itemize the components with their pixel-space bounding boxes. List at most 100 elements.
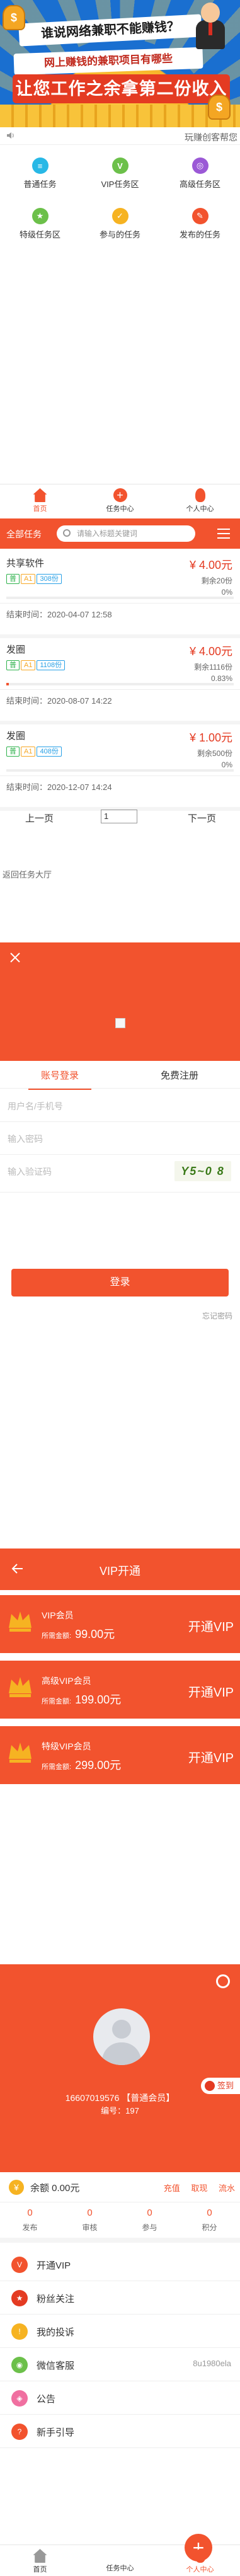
logo-image-placeholder: [115, 1018, 125, 1028]
open-vip-button[interactable]: 开通VIP: [188, 1748, 234, 1766]
user-icon: [195, 2549, 205, 2563]
open-vip-button[interactable]: 开通VIP: [188, 1682, 234, 1700]
task-price: ¥ 1.00元: [189, 731, 232, 744]
task-tags: 普 A1 1108份: [6, 660, 66, 670]
task-tags: 普 A1 308份: [6, 574, 63, 584]
menu-wechat-service[interactable]: ◉ 微信客服 8u1980ela: [0, 2348, 240, 2381]
star-icon: ★: [11, 2290, 28, 2306]
tab-task-center[interactable]: + 任务中心: [80, 2534, 212, 2576]
settings-icon[interactable]: [216, 1974, 230, 1988]
task-name: 发圈: [6, 731, 26, 741]
menu-icon[interactable]: [217, 529, 230, 539]
captcha-placeholder: 输入验证码: [8, 1167, 52, 1177]
vip-fee: 所需金额: 299.00元: [42, 1759, 122, 1772]
task-price: ¥ 4.00元: [189, 645, 232, 658]
stat-review[interactable]: 0 审核: [60, 2207, 120, 2233]
notice-bar[interactable]: 玩赚创客帮您: [0, 127, 240, 145]
vip-card: 特级VIP会员 所需金额: 299.00元 开通VIP: [0, 1726, 240, 1784]
menu-label: 我的投诉: [37, 2327, 75, 2338]
vip-level-name: 高级VIP会员: [42, 1676, 91, 1686]
menu-open-vip[interactable]: V 开通VIP: [0, 2248, 240, 2281]
forgot-password-link[interactable]: 忘记密码: [202, 1310, 232, 1321]
menu-announcement[interactable]: ◈ 公告: [0, 2381, 240, 2415]
vip-title: VIP开通: [99, 1565, 140, 1577]
category-grid: ≡ 普通任务 V VIP任务区 ◎ 高级任务区 ★ 特级任务区 ✓ 参与的任务 …: [0, 146, 240, 276]
avatar[interactable]: [93, 2008, 150, 2065]
menu-label: 新手引导: [37, 2427, 75, 2438]
search-input[interactable]: 请输入标题关键词: [57, 525, 195, 542]
task-list-header: 全部任务 请输入标题关键词: [0, 518, 240, 549]
grid-item-label: 高级任务区: [179, 180, 220, 189]
promo-banner[interactable]: 谁说网络兼职不能赚钱？ 网上赚钱的兼职项目有哪些 让您工作之余拿第二份收入 $ …: [0, 0, 240, 127]
open-vip-button[interactable]: 开通VIP: [188, 1617, 234, 1635]
search-placeholder: 请输入标题关键词: [77, 529, 138, 538]
grid-item-advanced[interactable]: ◎ 高级任务区: [160, 146, 240, 197]
next-page-button[interactable]: 下一页: [188, 811, 216, 825]
password-field[interactable]: 输入密码: [0, 1122, 240, 1155]
prev-page-button[interactable]: 上一页: [25, 811, 54, 825]
grid-item-label: 发布的任务: [179, 230, 220, 239]
balance-value: 余额 0.00元: [30, 2183, 80, 2194]
task-progress-bar: [6, 769, 234, 772]
sign-label: 签到: [217, 2081, 234, 2090]
tab-profile[interactable]: 个人中心: [160, 484, 240, 516]
plus-icon: +: [113, 488, 127, 502]
stat-joined[interactable]: 0 参与: [120, 2207, 180, 2233]
close-icon[interactable]: [9, 951, 21, 964]
menu-complaints[interactable]: ! 我的投诉: [0, 2315, 240, 2348]
tab-task-center[interactable]: + 任务中心: [80, 484, 160, 516]
check-icon: ✓: [111, 208, 129, 224]
tab-label: 首页: [33, 2566, 47, 2573]
sign-icon: [205, 2081, 215, 2091]
task-card[interactable]: 发圈 ¥ 4.00元 普 A1 1108份 剩余1116份 0.83% 结束时间：2…: [0, 635, 240, 724]
login-tabs: 账号登录 免费注册: [0, 1061, 240, 1090]
tab-home[interactable]: 首页: [0, 2545, 80, 2576]
home-icon: [33, 488, 47, 502]
banner-main-text: 让您工作之余拿第二份收入: [13, 74, 230, 103]
vip-icon: V: [111, 157, 129, 174]
task-end-time: 结束时间：2020-12-07 14:24: [6, 782, 112, 792]
tab-label: 任务中心: [106, 505, 134, 513]
task-card[interactable]: 共享软件 ¥ 4.00元 普 A1 308份 剩余20份 0% 结束时间：2020-…: [0, 549, 240, 638]
grid-item-vip[interactable]: V VIP任务区: [80, 146, 160, 197]
task-percent: 0.83%: [210, 674, 232, 683]
vip-level-name: 特级VIP会员: [42, 1741, 91, 1751]
tab-profile[interactable]: 个人中心: [160, 2545, 240, 2576]
menu-fans[interactable]: ★ 粉丝关注: [0, 2281, 240, 2315]
task-remaining: 剩余500份: [197, 749, 232, 758]
all-tasks-filter[interactable]: 全部任务: [6, 528, 42, 541]
warning-icon: !: [11, 2323, 28, 2340]
task-progress-bar: [6, 597, 234, 599]
tab-label: 个人中心: [186, 2566, 214, 2573]
tab-account-login[interactable]: 账号登录: [0, 1068, 120, 1090]
stats-row: 0 发布 0 审核 0 参与 0 积分: [0, 2202, 240, 2243]
username-field[interactable]: 用户名/手机号: [0, 1089, 240, 1122]
back-to-hall-link[interactable]: 返回任务大厅: [0, 868, 240, 880]
task-name: 发圈: [6, 644, 26, 655]
crown-icon: [9, 1611, 31, 1632]
task-percent: 0%: [221, 588, 232, 597]
wechat-icon: ◉: [11, 2357, 28, 2373]
login-button[interactable]: 登录: [11, 1269, 229, 1297]
grid-item-premium[interactable]: ★ 特级任务区: [0, 197, 80, 247]
balance-actions[interactable]: 充值 取现 流水: [164, 2182, 235, 2194]
speaker-icon: [7, 132, 14, 139]
captcha-field[interactable]: 输入验证码 Y5~0 8: [0, 1155, 240, 1193]
vip-level-name: VIP会员: [42, 1610, 74, 1620]
tab-register[interactable]: 免费注册: [120, 1068, 239, 1082]
grid-item-joined[interactable]: ✓ 参与的任务: [80, 197, 160, 247]
stat-published[interactable]: 0 发布: [0, 2207, 60, 2233]
menu-label: 粉丝关注: [37, 2294, 75, 2304]
menu-guide[interactable]: ? 新手引导: [0, 2415, 240, 2448]
stat-points[interactable]: 0 积分: [180, 2207, 239, 2233]
captcha-image[interactable]: Y5~0 8: [174, 1161, 231, 1181]
task-card[interactable]: 发圈 ¥ 1.00元 普 A1 408份 剩余500份 0% 结束时间：2020-1…: [0, 721, 240, 811]
grid-item-normal[interactable]: ≡ 普通任务: [0, 146, 80, 197]
money-bag-icon: $: [208, 94, 231, 120]
task-end-time: 结束时间：2020-08-07 14:22: [6, 696, 112, 706]
page-number-input[interactable]: 1: [101, 810, 137, 823]
tab-home[interactable]: 首页: [0, 484, 80, 516]
grid-item-published[interactable]: ✎ 发布的任务: [160, 197, 240, 247]
tag-level: A1: [21, 574, 36, 584]
edit-icon: ✎: [191, 208, 209, 224]
